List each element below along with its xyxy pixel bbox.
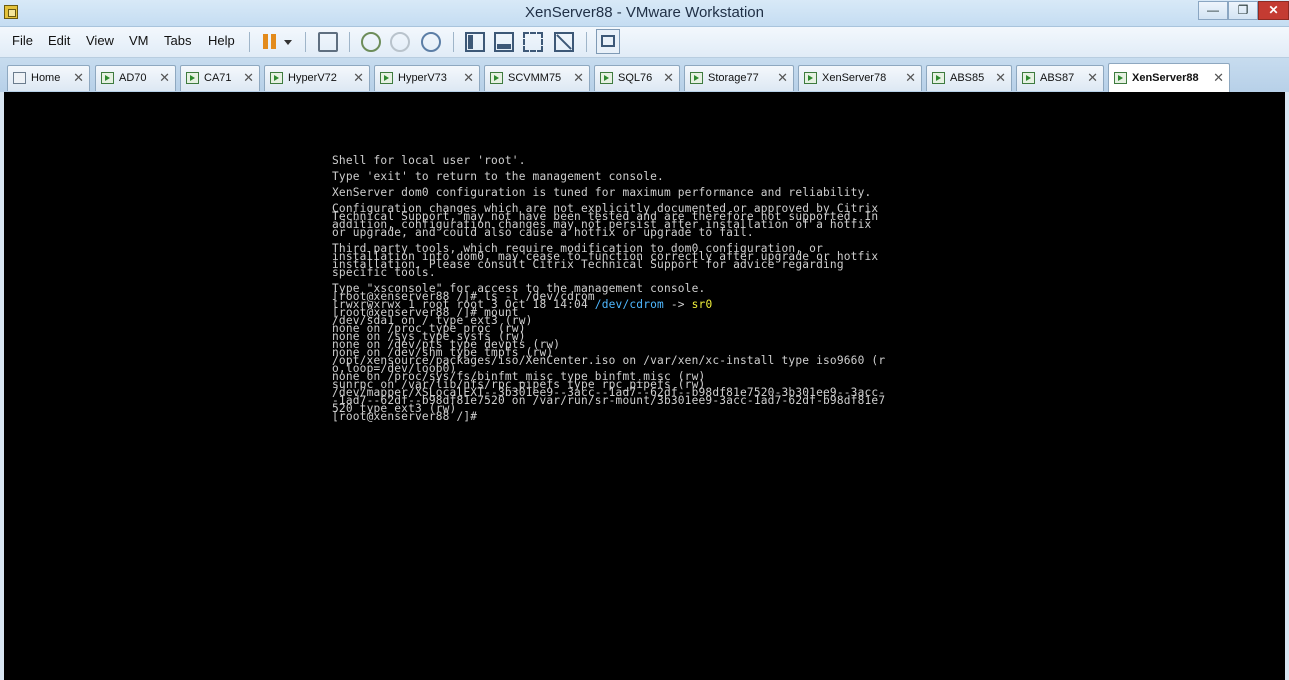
tab-scvmm75[interactable]: SCVMM75 ✕ xyxy=(484,65,590,91)
network-icon[interactable] xyxy=(318,32,338,52)
tab-abs85[interactable]: ABS85 ✕ xyxy=(926,65,1012,91)
close-icon[interactable]: ✕ xyxy=(1213,70,1224,86)
close-icon[interactable]: ✕ xyxy=(663,70,674,86)
chevron-down-icon[interactable] xyxy=(282,32,294,52)
close-icon[interactable]: ✕ xyxy=(73,70,84,86)
vm-tab-bar: Home ✕ AD70 ✕ CA71 ✕ HyperV72 ✕ HyperV73… xyxy=(0,58,1289,93)
tab-label: XenServer78 xyxy=(822,72,887,84)
tab-xenserver78[interactable]: XenServer78 ✕ xyxy=(798,65,922,91)
window-title: XenServer88 - VMware Workstation xyxy=(525,4,764,21)
revert-snapshot-icon[interactable] xyxy=(390,32,410,52)
pause-icon[interactable] xyxy=(260,32,280,52)
toolbar-separator xyxy=(349,32,350,52)
close-icon[interactable]: ✕ xyxy=(463,70,474,86)
console-frame-right xyxy=(1285,92,1289,680)
cdrom-symlink: /dev/cdrom xyxy=(594,298,664,311)
tab-home[interactable]: Home ✕ xyxy=(7,65,90,91)
fullscreen-icon[interactable] xyxy=(523,32,543,52)
tab-label: HyperV73 xyxy=(398,72,447,84)
tab-label: CA71 xyxy=(204,72,232,84)
close-icon[interactable]: ✕ xyxy=(243,70,254,86)
title-bar: XenServer88 - VMware Workstation — ❐ ✕ xyxy=(0,0,1289,27)
symlink-target: sr0 xyxy=(691,298,713,311)
menu-file[interactable]: File xyxy=(12,33,33,48)
console-view-icon[interactable] xyxy=(596,29,620,54)
vm-icon xyxy=(932,72,945,84)
vm-icon xyxy=(600,72,613,84)
vm-icon xyxy=(490,72,503,84)
tab-abs87[interactable]: ABS87 ✕ xyxy=(1016,65,1104,91)
snapshot-manager-icon[interactable] xyxy=(421,32,441,52)
tab-sql76[interactable]: SQL76 ✕ xyxy=(594,65,680,91)
tab-hyperv72[interactable]: HyperV72 ✕ xyxy=(264,65,370,91)
snapshot-icon[interactable] xyxy=(361,32,381,52)
tab-hyperv73[interactable]: HyperV73 ✕ xyxy=(374,65,480,91)
tab-label: SQL76 xyxy=(618,72,653,84)
tab-label: SCVMM75 xyxy=(508,72,562,84)
menu-toolbar: File Edit View VM Tabs Help xyxy=(0,27,1289,58)
vm-console[interactable]: Shell for local user 'root'. Type 'exit'… xyxy=(0,92,1289,680)
terminal-prompt: [root@xenserver88 /]# xyxy=(332,410,478,423)
terminal-output: Shell for local user 'root'. Type 'exit'… xyxy=(332,154,885,423)
terminal-line: Shell for local user 'root'. xyxy=(332,154,526,167)
vm-icon xyxy=(270,72,283,84)
vm-icon xyxy=(186,72,199,84)
tab-label: ABS85 xyxy=(950,72,985,84)
menu-edit[interactable]: Edit xyxy=(48,33,70,48)
menu-vm[interactable]: VM xyxy=(129,33,149,48)
tab-label: Home xyxy=(31,72,61,84)
unity-icon[interactable] xyxy=(554,32,574,52)
close-icon[interactable]: ✕ xyxy=(353,70,364,86)
toolbar-separator xyxy=(305,32,306,52)
symlink-arrow: -> xyxy=(663,298,692,311)
terminal-line: Type 'exit' to return to the management … xyxy=(332,170,664,183)
tab-label: AD70 xyxy=(119,72,147,84)
tab-storage77[interactable]: Storage77 ✕ xyxy=(684,65,794,91)
tab-ad70[interactable]: AD70 ✕ xyxy=(95,65,176,91)
vm-icon xyxy=(804,72,817,84)
close-window-button[interactable]: ✕ xyxy=(1258,1,1289,20)
terminal-line: XenServer dom0 configuration is tuned fo… xyxy=(332,186,872,199)
close-icon[interactable]: ✕ xyxy=(159,70,170,86)
close-icon[interactable]: ✕ xyxy=(1087,70,1098,86)
menu-view[interactable]: View xyxy=(86,33,114,48)
close-icon[interactable]: ✕ xyxy=(573,70,584,86)
bottom-bar-icon[interactable] xyxy=(494,32,514,52)
maximize-button[interactable]: ❐ xyxy=(1228,1,1258,20)
console-frame-left xyxy=(0,92,4,680)
tab-label: Storage77 xyxy=(708,72,759,84)
menu-tabs[interactable]: Tabs xyxy=(164,33,191,48)
vm-icon xyxy=(690,72,703,84)
vm-icon xyxy=(380,72,393,84)
toolbar-separator xyxy=(249,32,250,52)
tab-xenserver88[interactable]: XenServer88 ✕ xyxy=(1108,63,1230,92)
sidebar-icon[interactable] xyxy=(465,32,485,52)
vm-icon xyxy=(1114,72,1127,84)
close-icon[interactable]: ✕ xyxy=(905,70,916,86)
toolbar-separator xyxy=(453,32,454,52)
home-icon xyxy=(13,72,26,84)
tab-label: XenServer88 xyxy=(1132,72,1199,84)
close-icon[interactable]: ✕ xyxy=(777,70,788,86)
minimize-button[interactable]: — xyxy=(1198,1,1228,20)
tab-label: ABS87 xyxy=(1040,72,1075,84)
vm-icon xyxy=(101,72,114,84)
tab-ca71[interactable]: CA71 ✕ xyxy=(180,65,260,91)
close-icon[interactable]: ✕ xyxy=(995,70,1006,86)
toolbar-separator xyxy=(586,32,587,52)
menu-help[interactable]: Help xyxy=(208,33,235,48)
vm-icon xyxy=(1022,72,1035,84)
tab-label: HyperV72 xyxy=(288,72,337,84)
